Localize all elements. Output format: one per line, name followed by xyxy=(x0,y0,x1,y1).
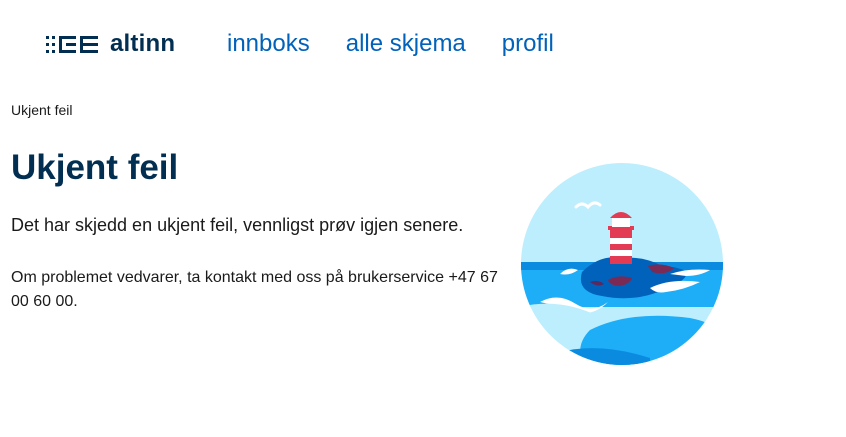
nav-link-profil[interactable]: profil xyxy=(502,29,554,59)
nav-link-innboks[interactable]: innboks xyxy=(227,29,310,59)
page-title: Ukjent feil xyxy=(11,148,179,187)
site-header: altinn innboks alle skjema profil xyxy=(0,0,846,90)
breadcrumb: Ukjent feil xyxy=(11,102,73,118)
altinn-logo-link[interactable]: altinn xyxy=(46,30,176,59)
contact-info-text: Om problemet vedvarer, ta kontakt med os… xyxy=(11,269,498,310)
nav-link-alle-skjema[interactable]: alle skjema xyxy=(346,29,466,59)
lighthouse-illustration xyxy=(521,163,723,365)
error-lead-text: Det har skjedd en ukjent feil, vennligst… xyxy=(11,215,464,235)
logo-text: altinn xyxy=(110,30,176,57)
main-nav: innboks alle skjema profil xyxy=(227,29,590,59)
altinn-logo-icon xyxy=(46,36,98,53)
